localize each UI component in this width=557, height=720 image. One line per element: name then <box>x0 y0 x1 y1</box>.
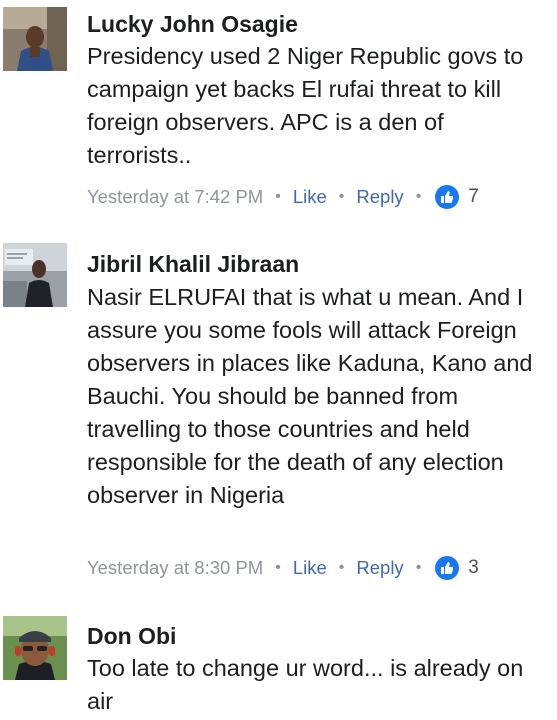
comment-text: Nasir ELRUFAI that is what u mean. And I… <box>87 284 533 508</box>
reaction-count[interactable]: 3 <box>468 557 479 579</box>
reply-button[interactable]: Reply <box>356 186 403 208</box>
separator-dot: • <box>338 559 345 576</box>
comment-timestamp[interactable]: Yesterday at 8:30 PM <box>87 557 263 579</box>
comment-author[interactable]: Don Obi <box>87 622 176 650</box>
reply-button[interactable]: Reply <box>356 557 403 579</box>
comment-author[interactable]: Jibril Khalil Jibraan <box>87 250 299 278</box>
separator-dot: • <box>275 559 281 576</box>
comment-text: Presidency used 2 Niger Republic govs to… <box>87 43 524 168</box>
like-button[interactable]: Like <box>293 186 327 208</box>
avatar[interactable] <box>3 616 67 680</box>
comment-1: Lucky John Osagie Presidency used 2 Nige… <box>0 0 557 220</box>
avatar[interactable] <box>3 7 67 71</box>
thumbs-up-icon[interactable] <box>435 185 460 209</box>
separator-dot: • <box>415 559 422 576</box>
comment-meta: Yesterday at 8:30 PM • Like • Reply • 3 <box>87 554 479 582</box>
avatar[interactable] <box>3 243 67 307</box>
reaction-count[interactable]: 7 <box>468 186 479 208</box>
comment-3: Don Obi Too late to change ur word... is… <box>0 600 557 720</box>
thumbs-up-icon[interactable] <box>435 556 460 580</box>
like-button[interactable]: Like <box>293 557 327 579</box>
comment-timestamp[interactable]: Yesterday at 7:42 PM <box>87 186 263 208</box>
comment-author[interactable]: Lucky John Osagie <box>87 10 298 38</box>
separator-dot: • <box>338 188 345 205</box>
separator-dot: • <box>415 188 422 205</box>
comment-meta: Yesterday at 7:42 PM • Like • Reply • 7 <box>87 183 479 211</box>
separator-dot: • <box>275 188 281 205</box>
comment-text: Too late to change ur word... is already… <box>87 655 524 714</box>
comment-2: Jibril Khalil Jibraan Nasir ELRUFAI that… <box>0 220 557 600</box>
